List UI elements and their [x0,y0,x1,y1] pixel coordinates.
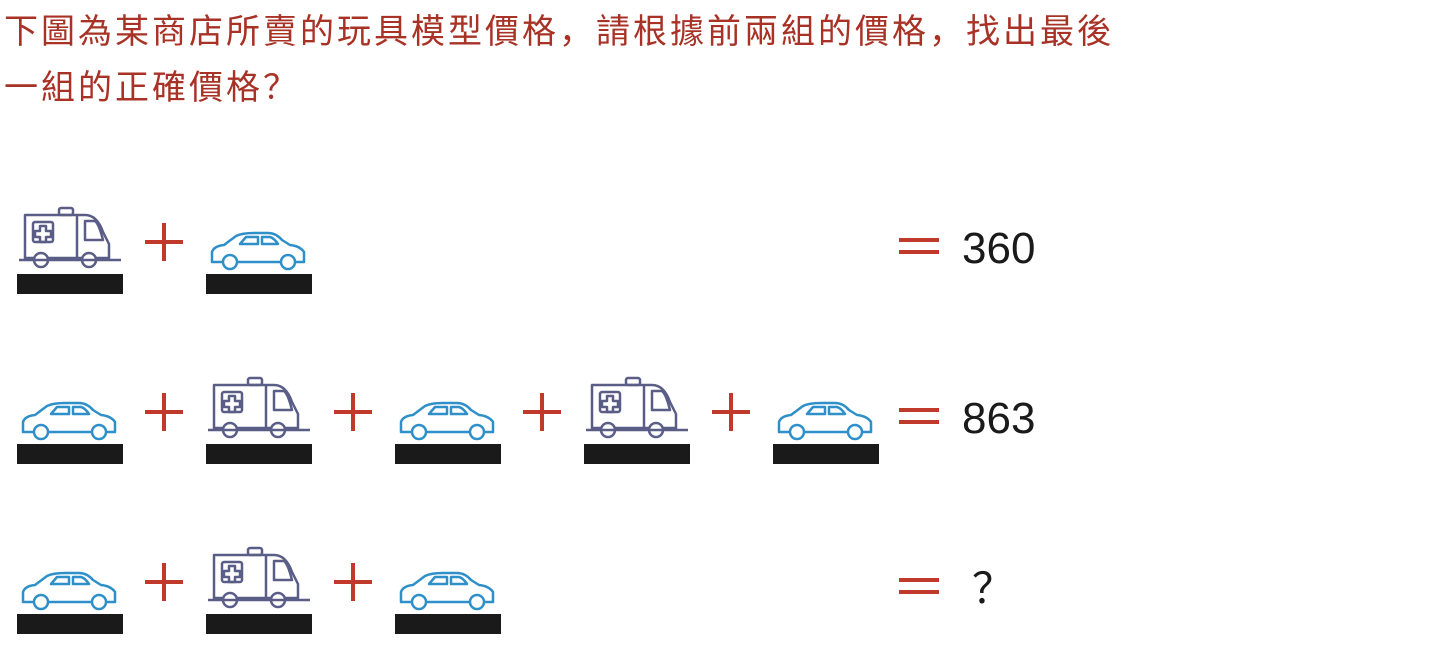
question-line-1: 下圖為某商店所賣的玩具模型價格，請根據前兩組的價格，找出最後 [4,12,1114,52]
ambulance-tile [17,200,123,294]
ambulance-tile [206,370,312,464]
ambulance-icon [208,376,310,439]
equation-row-1: 360 [0,200,1433,310]
plus-sign [331,390,375,434]
equals-sign [899,578,939,598]
question-text: 下圖為某商店所賣的玩具模型價格，請根據前兩組的價格，找出最後 一組的正確價格？ [4,4,1424,116]
base-bar [17,274,123,294]
base-bar [395,444,501,464]
car-icon [399,401,495,441]
equals-sign [899,238,939,258]
car-icon [777,401,873,441]
base-bar [773,444,879,464]
base-bar [17,614,123,634]
plus-sign [520,390,564,434]
ambulance-tile [584,370,690,464]
base-bar [584,444,690,464]
car-tile [773,370,879,464]
result-value: 863 [962,394,1036,443]
equation-row-3: ？ [0,540,1433,650]
car-tile [17,370,123,464]
equals-sign [899,408,939,428]
result-value: ？ [972,564,1015,613]
question-line-2: 一組的正確價格？ [4,68,300,108]
base-bar [395,614,501,634]
ambulance-tile [206,540,312,634]
car-tile [395,540,501,634]
plus-sign [142,560,186,604]
car-tile [206,200,312,294]
plus-sign [331,560,375,604]
base-bar [17,444,123,464]
car-tile [395,370,501,464]
base-bar [206,444,312,464]
ambulance-icon [19,206,121,269]
ambulance-icon [208,546,310,609]
plus-sign [142,220,186,264]
plus-sign [709,390,753,434]
base-bar [206,274,312,294]
result-value: 360 [962,224,1036,273]
plus-sign [142,390,186,434]
ambulance-icon [586,376,688,439]
car-icon [210,231,306,271]
base-bar [206,614,312,634]
car-icon [21,401,117,441]
car-icon [21,571,117,611]
car-icon [399,571,495,611]
car-tile [17,540,123,634]
equation-row-2: 863 [0,370,1433,480]
